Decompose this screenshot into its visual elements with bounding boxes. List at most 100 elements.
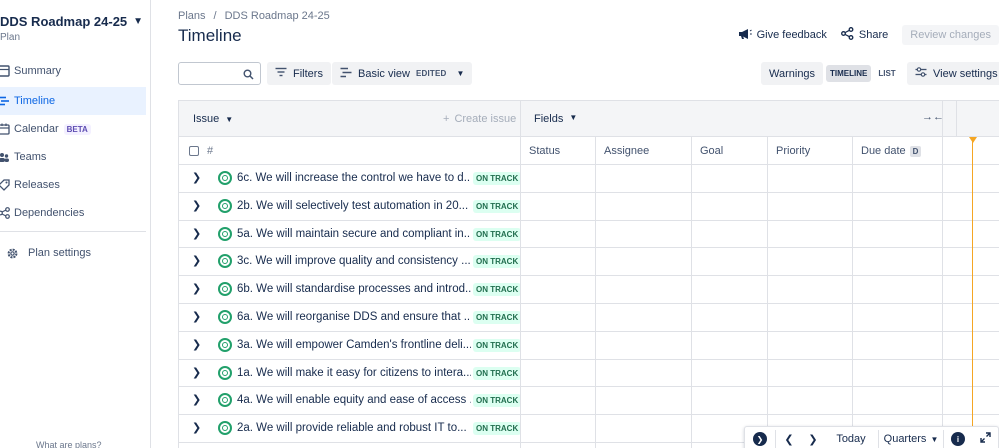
megaphone-icon [738,28,752,43]
sidebar: DDS Roadmap 24-25 ▼ Plan Summary Timelin… [0,0,151,448]
today-button[interactable]: Today [824,427,878,448]
column-header-goal[interactable]: Goal [700,145,723,157]
issue-title[interactable]: 4a. We will enable equity and ease of ac… [237,394,471,406]
share-button[interactable]: Share [840,27,889,43]
zoom-level-select[interactable]: Quarters ▼ [879,427,943,448]
chevron-down-icon: ▼ [225,114,234,124]
chevron-right-circle-icon: ❯ [753,432,767,446]
column-header-status[interactable]: Status [529,145,560,157]
sidebar-item-timeline[interactable]: Timeline [0,87,146,115]
table-row[interactable]: ❯ 1a. We will make it easy for citizens t… [179,360,999,388]
goal-icon [218,337,232,352]
chevron-left-icon: ❮ [784,433,794,446]
shortcut-key-badge: D [909,146,922,157]
issue-column-header[interactable]: Issue ▼ [193,113,233,125]
issue-title[interactable]: 3c. We will improve quality and consiste… [237,255,471,267]
chevron-right-icon[interactable]: ❯ [192,199,201,212]
page-title: Timeline [178,26,242,45]
sidebar-item-summary[interactable]: Summary [0,57,146,85]
chevron-right-icon[interactable]: ❯ [192,254,201,267]
chevron-right-icon[interactable]: ❯ [192,393,201,406]
chevron-right-icon[interactable]: ❯ [192,282,201,295]
issue-title[interactable]: 6a. We will reorganise DDS and ensure th… [237,311,471,323]
issue-title[interactable]: 2a. We will provide reliable and robust … [237,422,471,434]
sidebar-item-plan-settings[interactable]: Plan settings [0,236,146,270]
search-icon [243,67,254,83]
breadcrumb-plan[interactable]: DDS Roadmap 24-25 [225,10,330,22]
table-row[interactable]: ❯ 3c. We will improve quality and consist… [179,248,999,277]
sidebar-item-teams[interactable]: Teams [0,143,146,171]
goal-icon [218,198,232,213]
plan-header[interactable]: DDS Roadmap 24-25 ▼ Plan [0,14,143,43]
table-row[interactable]: ❯ 5a. We will maintain secure and complia… [179,221,999,249]
column-header-assignee[interactable]: Assignee [604,145,649,157]
warnings-button[interactable]: Warnings [761,62,824,85]
tab-timeline[interactable]: TIMELINE [826,65,872,82]
goal-icon [218,226,232,241]
issue-title[interactable]: 6b. We will standardise processes and in… [237,283,471,295]
column-header-priority[interactable]: Priority [776,145,810,157]
select-all-checkbox[interactable] [189,146,199,156]
tab-list[interactable]: LIST [874,65,899,82]
issue-rows: ❯ 6c. We will increase the control we hav… [179,165,999,443]
table-row[interactable]: ❯ 6b. We will standardise processes and i… [179,276,999,304]
collapse-timeline-button[interactable]: ❯ [745,427,775,448]
breadcrumb-plans[interactable]: Plans [178,10,206,22]
view-settings-button[interactable]: View settings [907,62,999,85]
goal-icon [218,254,232,269]
view-selector[interactable]: Basic view EDITED ▼ [332,62,473,85]
status-badge: ON TRACK [473,310,522,324]
chevron-right-icon[interactable]: ❯ [192,338,201,351]
plan-title: DDS Roadmap 24-25 [0,14,128,29]
column-header-due-date[interactable]: Due date D [861,145,922,157]
sidebar-item-dependencies[interactable]: Dependencies [0,199,146,227]
table-row[interactable]: ❯ 3a. We will empower Camden's frontline … [179,332,999,360]
fullscreen-button[interactable] [972,427,998,448]
what-are-plans-link[interactable]: What are plans? [36,440,102,448]
issue-title[interactable]: 2b. We will selectively test automation … [237,200,471,212]
issue-title[interactable]: 6c. We will increase the control we have… [237,172,471,184]
table-row[interactable]: ❯ 4a. We will enable equity and ease of a… [179,387,999,416]
filters-label: Filters [293,67,323,80]
plan-subtitle: Plan [0,32,21,43]
issue-title[interactable]: 3a. We will empower Camden's frontline d… [237,339,471,351]
chevron-right-icon[interactable]: ❯ [192,421,201,434]
filters-button[interactable]: Filters [267,62,331,85]
search-input[interactable] [178,62,261,85]
status-badge: ON TRACK [473,338,522,352]
previous-period-button[interactable]: ❮ [776,427,802,448]
sidebar-item-label: Releases [14,179,60,191]
create-issue-label: Create issue [454,113,517,125]
toolbar: Filters Basic view EDITED ▼ Warnings TIM… [178,62,999,86]
sidebar-item-releases[interactable]: Releases [0,171,146,199]
create-issue-button[interactable]: + Create issue [443,113,516,125]
info-button[interactable]: i [944,427,972,448]
teams-icon [0,149,14,165]
column-divider [767,137,768,448]
chevron-right-icon[interactable]: ❯ [192,366,201,379]
chevron-right-icon[interactable]: ❯ [192,171,201,184]
view-mode-toggle: TIMELINE LIST [826,62,900,85]
table-row[interactable]: ❯ 6c. We will increase the control we hav… [179,165,999,193]
give-feedback-label: Give feedback [756,29,827,41]
give-feedback-button[interactable]: Give feedback [738,28,827,43]
collapse-fields-icon[interactable]: →← [922,111,944,123]
next-period-button[interactable]: ❯ [802,427,824,448]
chevron-down-icon[interactable]: ▼ [133,16,143,27]
table-row[interactable]: ❯ 6a. We will reorganise DDS and ensure t… [179,304,999,332]
issue-title[interactable]: 1a. We will make it easy for citizens to… [237,367,471,379]
status-badge: ON TRACK [473,394,522,408]
chevron-down-icon: ▼ [569,113,578,122]
chevron-right-icon[interactable]: ❯ [192,310,201,323]
column-divider [942,101,943,448]
share-label: Share [858,29,889,41]
today-line [972,137,973,448]
status-badge: ON TRACK [473,283,522,297]
table-row[interactable]: ❯ 2b. We will selectively test automation… [179,193,999,221]
fields-column-header[interactable]: Fields ▼ [534,113,577,125]
review-changes-button[interactable]: Review changes [902,25,999,45]
chevron-right-icon: ❯ [808,433,818,446]
sidebar-item-calendar[interactable]: Calendar BETA [0,115,146,143]
issue-title[interactable]: 5a. We will maintain secure and complian… [237,228,471,240]
chevron-right-icon[interactable]: ❯ [192,227,201,240]
